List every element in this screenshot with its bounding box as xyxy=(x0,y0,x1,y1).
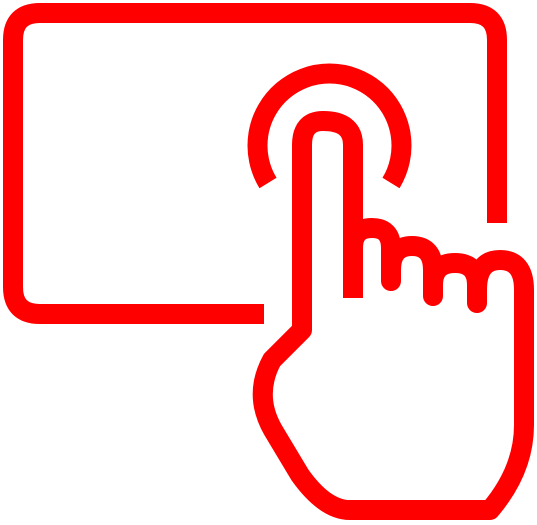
touch-screen-tap-icon xyxy=(0,0,537,525)
touch-screen-tap-graphic xyxy=(3,3,534,520)
